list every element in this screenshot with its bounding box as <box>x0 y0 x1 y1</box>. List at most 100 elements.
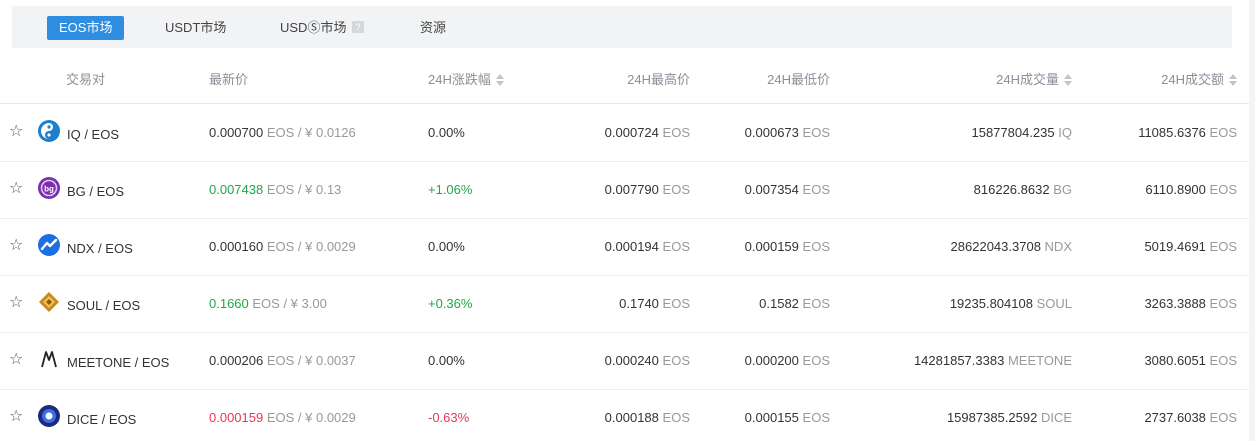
pair-name[interactable]: DICE / EOS <box>67 412 136 427</box>
high-price: 0.000724 EOS <box>605 125 690 140</box>
volume-value: 14281857.3383 <box>913 353 1005 368</box>
price-unit: EOS / ¥ 0.0037 <box>266 353 356 368</box>
table-row[interactable]: ☆ SOUL / EOS 0.1660 EOS / ¥ 3.00 +0.36% 0.17… <box>0 276 1255 333</box>
low-price: 0.000155 EOS <box>745 410 830 425</box>
tab-usds-market[interactable]: USDⓈ市场 <box>280 15 365 40</box>
pair-name[interactable]: BG / EOS <box>67 184 124 199</box>
col-high: 24H最高价 <box>627 72 690 87</box>
svg-text:bg: bg <box>44 185 54 194</box>
high-value: 0.007790 <box>604 182 659 197</box>
volume-unit: DICE <box>1040 410 1072 425</box>
high-unit: EOS <box>662 182 690 197</box>
volume-unit: SOUL <box>1036 296 1072 311</box>
price-value: 0.000160 <box>209 239 264 254</box>
table-row[interactable]: ☆ MEETONE / EOS 0.000206 EOS / ¥ 0.0037 0.0… <box>0 333 1255 390</box>
high-price: 0.000194 EOS <box>605 239 690 254</box>
latest-price: 0.000700 EOS / ¥ 0.0126 <box>209 125 356 140</box>
pair-name[interactable]: IQ / EOS <box>67 127 119 142</box>
scrollbar-track[interactable] <box>1249 0 1255 441</box>
change-percent: +1.06% <box>428 182 473 197</box>
favorite-star-icon[interactable]: ☆ <box>9 238 23 254</box>
volume-value: 15987385.2592 <box>946 410 1038 425</box>
volume: 28622043.3708 NDX <box>951 239 1072 254</box>
volume: 15987385.2592 DICE <box>947 410 1072 425</box>
change-percent: -0.63% <box>428 410 470 425</box>
low-value: 0.000159 <box>744 239 799 254</box>
turnover-unit: EOS <box>1209 410 1237 425</box>
high-value: 0.1740 <box>619 296 659 311</box>
pair-name[interactable]: MEETONE / EOS <box>67 355 169 370</box>
favorite-star-icon[interactable]: ☆ <box>9 295 23 311</box>
market-tab-bar: EOS市场 USDT市场 USDⓈ市场 资源 <box>12 6 1232 48</box>
table-row[interactable]: ☆ bg BG / EOS 0.007438 EOS / ¥ 0.13 +1.06% 0.… <box>0 162 1255 219</box>
turnover-unit: EOS <box>1209 353 1237 368</box>
tab-usdt-market[interactable]: USDT市场 <box>165 16 226 40</box>
volume: 15877804.235 IQ <box>971 125 1072 140</box>
volume: 19235.804108 SOUL <box>950 296 1072 311</box>
low-unit: EOS <box>802 239 830 254</box>
col-turnover-label: 24H成交额 <box>1161 72 1224 87</box>
col-volume-label: 24H成交量 <box>996 72 1059 87</box>
high-price: 0.000240 EOS <box>605 353 690 368</box>
low-unit: EOS <box>802 182 830 197</box>
ndx-coin-icon <box>38 234 60 256</box>
col-change-label: 24H涨跌幅 <box>428 72 491 87</box>
favorite-star-icon[interactable]: ☆ <box>9 181 23 197</box>
col-volume[interactable]: 24H成交量 <box>996 69 1072 88</box>
iq-coin-icon <box>38 120 60 142</box>
table-row[interactable]: ☆ DICE / EOS 0.000159 EOS / ¥ 0.0029 -0.63%… <box>0 390 1255 441</box>
sort-icon <box>1064 74 1072 86</box>
turnover: 3080.6051 EOS <box>1144 353 1237 368</box>
turnover: 2737.6038 EOS <box>1144 410 1237 425</box>
table-row[interactable]: ☆ IQ / EOS 0.000700 EOS / ¥ 0.0126 0.00% 0.0… <box>0 105 1255 162</box>
volume: 816226.8632 BG <box>974 182 1072 197</box>
turnover-unit: EOS <box>1209 296 1237 311</box>
sort-icon <box>1229 74 1237 86</box>
turnover-unit: EOS <box>1209 125 1237 140</box>
low-price: 0.000159 EOS <box>745 239 830 254</box>
volume-value: 19235.804108 <box>949 296 1033 311</box>
turnover-value: 11085.6376 <box>1138 125 1206 140</box>
col-change[interactable]: 24H涨跌幅 <box>428 69 504 88</box>
price-unit: EOS / ¥ 0.0126 <box>266 125 356 140</box>
meetone-coin-icon <box>38 348 60 370</box>
turnover: 5019.4691 EOS <box>1144 239 1237 254</box>
change-percent: 0.00% <box>428 239 465 254</box>
low-price: 0.1582 EOS <box>759 296 830 311</box>
volume-unit: IQ <box>1058 125 1072 140</box>
high-value: 0.000724 <box>604 125 659 140</box>
volume: 14281857.3383 MEETONE <box>914 353 1072 368</box>
tab-usds-label: USDⓈ市场 <box>280 20 347 35</box>
turnover-value: 6110.8900 <box>1145 182 1206 197</box>
favorite-star-icon[interactable]: ☆ <box>9 409 23 425</box>
high-value: 0.000188 <box>604 410 659 425</box>
tab-resources[interactable]: 资源 <box>420 16 446 40</box>
info-icon <box>352 15 365 39</box>
pair-name[interactable]: NDX / EOS <box>67 241 133 256</box>
high-unit: EOS <box>662 125 690 140</box>
low-unit: EOS <box>802 353 830 368</box>
change-percent: +0.36% <box>428 296 473 311</box>
high-unit: EOS <box>662 353 690 368</box>
price-value: 0.007438 <box>209 182 264 197</box>
low-price: 0.000673 EOS <box>745 125 830 140</box>
favorite-star-icon[interactable]: ☆ <box>9 352 23 368</box>
high-unit: EOS <box>662 239 690 254</box>
bg-coin-icon: bg <box>38 177 60 199</box>
favorite-star-icon[interactable]: ☆ <box>9 124 23 140</box>
table-row[interactable]: ☆ NDX / EOS 0.000160 EOS / ¥ 0.0029 0.00% 0.… <box>0 219 1255 276</box>
turnover-unit: EOS <box>1209 182 1237 197</box>
low-value: 0.000155 <box>744 410 799 425</box>
turnover: 3263.3888 EOS <box>1144 296 1237 311</box>
pair-name[interactable]: SOUL / EOS <box>67 298 140 313</box>
volume-unit: NDX <box>1044 239 1072 254</box>
price-unit: EOS / ¥ 0.0029 <box>266 410 356 425</box>
latest-price: 0.000160 EOS / ¥ 0.0029 <box>209 239 356 254</box>
low-unit: EOS <box>802 125 830 140</box>
low-price: 0.000200 EOS <box>745 353 830 368</box>
price-unit: EOS / ¥ 3.00 <box>252 296 327 311</box>
latest-price: 0.000206 EOS / ¥ 0.0037 <box>209 353 356 368</box>
col-turnover[interactable]: 24H成交额 <box>1161 69 1237 88</box>
low-value: 0.1582 <box>759 296 799 311</box>
tab-eos-market[interactable]: EOS市场 <box>47 16 125 40</box>
